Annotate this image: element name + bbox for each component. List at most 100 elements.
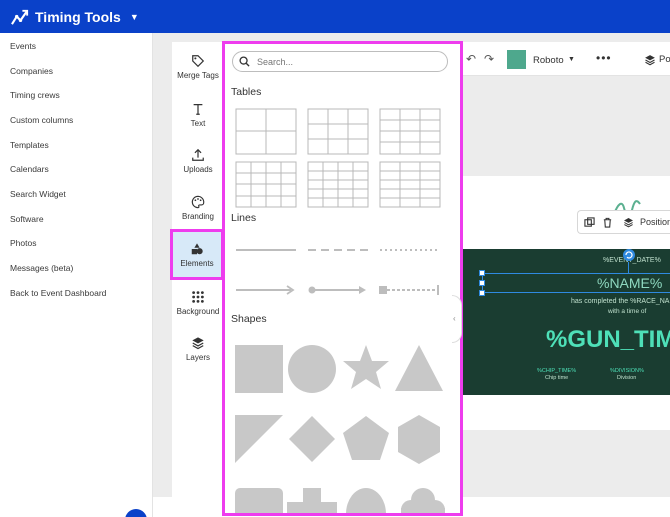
layers-icon — [645, 55, 655, 66]
search-box — [232, 51, 448, 72]
tool-label: Merge Tags — [177, 71, 219, 80]
shape-pentagon[interactable] — [343, 416, 389, 460]
context-position-button[interactable]: Position — [640, 217, 670, 227]
tool-label: Uploads — [183, 165, 213, 174]
nav-item-timing-crews[interactable]: Timing crews — [10, 90, 60, 100]
chevron-left-icon: ‹ — [453, 314, 456, 323]
element-context-menu: Position — [577, 210, 670, 234]
text-icon — [193, 104, 203, 115]
tool-elements[interactable]: Elements — [170, 229, 224, 280]
shape-diamond[interactable] — [289, 416, 335, 462]
palette-icon — [191, 195, 205, 209]
top-bar: Timing Tools ▼ — [0, 0, 670, 33]
trash-icon[interactable] — [602, 217, 613, 228]
tag-icon — [192, 55, 205, 68]
tool-text[interactable]: Text — [172, 102, 224, 128]
division-label: Division — [617, 375, 637, 381]
nav-item-messages[interactable]: Messages (beta) — [10, 263, 73, 273]
nav-item-templates[interactable]: Templates — [10, 140, 49, 150]
brand-menu[interactable]: Timing Tools ▼ — [11, 6, 139, 28]
color-swatch[interactable] — [507, 50, 526, 69]
tool-label: Text — [190, 119, 206, 128]
shape-right-triangle[interactable] — [235, 415, 283, 463]
lines-section-title: Lines — [231, 212, 257, 224]
tables-grid — [235, 108, 441, 208]
shape-hexagon[interactable] — [398, 415, 440, 464]
undo-icon[interactable]: ↶ — [466, 52, 476, 66]
certificate-banner[interactable]: %EVENT_DATE% %NAME% has completed the %R… — [463, 249, 670, 395]
chip-time-tag: %CHIP_TIME% — [537, 368, 577, 374]
gun-time-tag: %GUN_TIM — [546, 326, 670, 353]
shape-cloud[interactable] — [401, 488, 445, 516]
tool-label: Background — [176, 307, 220, 316]
canvas-toolbar: ↶ ↷ Roboto ▼ ••• Po — [463, 42, 670, 76]
chevron-down-icon: ▼ — [129, 12, 139, 22]
resize-handle[interactable] — [479, 290, 485, 296]
line-square-dash[interactable] — [379, 285, 439, 295]
layers-icon — [192, 337, 204, 350]
nav-item-search-widget[interactable]: Search Widget — [10, 189, 66, 199]
nav-item-companies[interactable]: Companies — [10, 66, 53, 76]
tables-section-title: Tables — [231, 86, 262, 98]
panel-collapse-tab[interactable]: ‹ — [452, 295, 462, 343]
nav-item-back-to-event-dashboard[interactable]: Back to Event Dashboard — [10, 288, 106, 298]
editor-tool-column: Merge Tags Text Uploads Branding Element… — [170, 42, 224, 517]
selection-box[interactable] — [482, 273, 670, 293]
table-2x2[interactable] — [235, 108, 297, 155]
resize-handle[interactable] — [479, 270, 485, 276]
grid-dots-icon — [192, 291, 204, 303]
tool-label: Layers — [185, 353, 210, 362]
division-tag: %DIVISION% — [610, 368, 644, 374]
duplicate-icon[interactable] — [584, 217, 595, 228]
nav-item-custom-columns[interactable]: Custom columns — [10, 115, 73, 125]
shape-triangle[interactable] — [395, 345, 443, 391]
shape-cross[interactable] — [287, 488, 337, 516]
lines-grid — [236, 249, 440, 295]
table-3x4[interactable] — [379, 108, 441, 155]
rotate-handle-stem — [628, 262, 629, 273]
table-3x3[interactable] — [307, 108, 369, 155]
left-navigation: Events Companies Timing crews Custom col… — [0, 33, 153, 517]
shape-rounded-rect[interactable] — [235, 488, 283, 516]
line-arrow[interactable] — [236, 285, 295, 295]
more-options-icon[interactable]: ••• — [596, 51, 612, 65]
table-3x5[interactable] — [379, 161, 441, 208]
chevron-down-icon: ▼ — [568, 56, 575, 63]
upload-icon — [192, 148, 204, 161]
timing-tools-logo-icon — [11, 9, 29, 25]
tool-background[interactable]: Background — [172, 290, 224, 316]
tool-layers[interactable]: Layers — [172, 336, 224, 362]
time-of-line: with a time of — [608, 308, 647, 315]
tool-label: Elements — [180, 259, 214, 268]
completed-line: has completed the %RACE_NA — [571, 298, 670, 305]
nav-item-photos[interactable]: Photos — [10, 238, 36, 248]
search-icon — [239, 56, 250, 67]
chip-time-label: Chip time — [545, 375, 569, 381]
elements-panel: Tables — [222, 41, 463, 516]
redo-icon[interactable]: ↷ — [484, 52, 494, 66]
table-4x4[interactable] — [235, 161, 297, 208]
position-button[interactable]: Po — [659, 54, 670, 65]
shape-oval[interactable] — [346, 488, 386, 516]
shape-circle[interactable] — [288, 345, 336, 393]
tool-merge-tags[interactable]: Merge Tags — [172, 54, 224, 80]
layers-icon — [624, 218, 633, 228]
nav-item-software[interactable]: Software — [10, 214, 44, 224]
tool-label: Branding — [181, 212, 215, 221]
shape-square[interactable] — [235, 345, 283, 393]
shapes-grid — [235, 345, 445, 516]
tool-branding[interactable]: Branding — [172, 195, 224, 221]
brand-name: Timing Tools — [35, 9, 121, 25]
resize-handle[interactable] — [479, 280, 485, 286]
rotate-handle-icon[interactable] — [622, 248, 636, 262]
tool-uploads[interactable]: Uploads — [172, 148, 224, 174]
font-selector[interactable]: Roboto — [533, 55, 564, 66]
line-dot-arrow[interactable] — [308, 286, 367, 294]
shapes-section-title: Shapes — [231, 313, 267, 325]
search-input[interactable] — [257, 55, 437, 68]
nav-item-events[interactable]: Events — [10, 41, 36, 51]
nav-item-calendars[interactable]: Calendars — [10, 164, 49, 174]
table-4x5[interactable] — [307, 161, 369, 208]
shape-star[interactable] — [343, 345, 389, 389]
shapes-icon — [191, 243, 203, 255]
